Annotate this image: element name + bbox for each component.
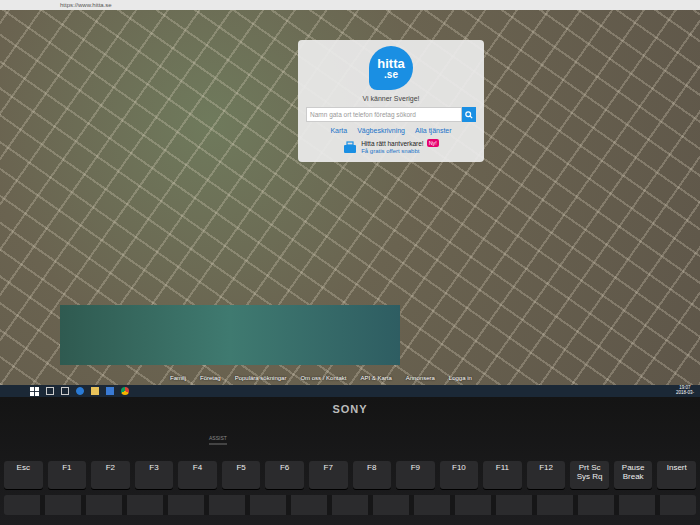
keyboard-key[interactable]: F12 <box>527 461 566 489</box>
search-row: Namn gata ort telefon företag sökord <box>306 107 476 122</box>
tagline: Vi känner Sverige! <box>362 95 419 102</box>
search-button[interactable] <box>462 107 476 122</box>
task-view-icon[interactable] <box>61 387 69 395</box>
address-bar[interactable]: https://www.hitta.se <box>60 2 112 8</box>
footer-link[interactable]: API & Karta <box>360 375 391 381</box>
footer-link[interactable]: Om oss / Kontakt <box>300 375 346 381</box>
toolbox-icon <box>343 140 357 154</box>
date: 2018-03- <box>676 391 694 396</box>
service-links: Karta Vägbeskrivning Alla tjänster <box>330 127 451 134</box>
footer-link[interactable]: Logga in <box>449 375 472 381</box>
keyboard-key[interactable]: F9 <box>396 461 435 489</box>
keyboard-key[interactable]: F6 <box>265 461 304 489</box>
brand-logo: SONY <box>332 403 367 415</box>
footer-link[interactable]: Annonsera <box>406 375 435 381</box>
edge-icon[interactable] <box>76 387 84 395</box>
keyboard-key[interactable]: F10 <box>440 461 479 489</box>
footer-link[interactable]: Företag <box>200 375 221 381</box>
keyboard-key[interactable]: F3 <box>135 461 174 489</box>
keyboard-key[interactable]: F4 <box>178 461 217 489</box>
browser-bar: https://www.hitta.se <box>0 0 700 10</box>
magnifier-icon <box>465 111 473 119</box>
keyboard-key[interactable]: F2 <box>91 461 130 489</box>
search-card: hitta.se Vi känner Sverige! Namn gata ort … <box>298 40 484 162</box>
promo-title: Hitta rätt hantverkare! <box>361 140 424 147</box>
search-taskbar-icon[interactable] <box>46 387 54 395</box>
harbor <box>60 305 400 365</box>
keyboard-key[interactable]: F1 <box>48 461 87 489</box>
keyboard-key[interactable]: Esc <box>4 461 43 489</box>
service-link[interactable]: Karta <box>330 127 347 134</box>
new-badge: Ny! <box>427 139 439 147</box>
chrome-icon[interactable] <box>121 387 129 395</box>
assist-button[interactable]: ASSIST <box>209 435 227 445</box>
service-link[interactable]: Alla tjänster <box>415 127 452 134</box>
explorer-icon[interactable] <box>91 387 99 395</box>
keyboard-key[interactable]: Pause Break <box>614 461 653 489</box>
function-key-row: EscF1F2F3F4F5F6F7F8F9F10F11F12Prt Sc Sys… <box>4 461 696 489</box>
taskbar: 19:072018-03- <box>0 385 700 397</box>
footer-link[interactable]: Populära sökningar <box>235 375 287 381</box>
keyboard-key[interactable]: F8 <box>353 461 392 489</box>
service-link[interactable]: Vägbeskrivning <box>357 127 405 134</box>
footer-links: Familj Företag Populära sökningar Om oss / … <box>170 375 472 381</box>
keyboard-key[interactable]: Prt Sc Sys Rq <box>570 461 609 489</box>
footer-link[interactable]: Familj <box>170 375 186 381</box>
laptop-photo: https://www.hitta.se hitta.se Vi känner Sv… <box>0 0 700 525</box>
keyboard-key[interactable]: F7 <box>309 461 348 489</box>
keyboard-key[interactable]: Insert <box>657 461 696 489</box>
promo-link[interactable]: Få gratis offert snabbt <box>361 148 439 154</box>
keyboard-key[interactable]: F5 <box>222 461 261 489</box>
screen: https://www.hitta.se hitta.se Vi känner Sv… <box>0 0 700 397</box>
aerial-map[interactable]: hitta.se Vi känner Sverige! Namn gata ort … <box>0 10 700 385</box>
clock[interactable]: 19:072018-03- <box>676 386 694 396</box>
search-input[interactable]: Namn gata ort telefon företag sökord <box>306 107 462 122</box>
keyboard-key[interactable]: F11 <box>483 461 522 489</box>
key-row-lower <box>4 495 696 515</box>
windows-icon[interactable] <box>30 387 39 396</box>
mail-icon[interactable] <box>106 387 114 395</box>
promo[interactable]: Hitta rätt hantverkare!Ny!Få gratis offe… <box>343 139 439 154</box>
hitta-logo[interactable]: hitta.se <box>369 46 413 90</box>
laptop-bezel: SONY ASSIST EscF1F2F3F4F5F6F7F8F9F10F11F12… <box>0 397 700 525</box>
